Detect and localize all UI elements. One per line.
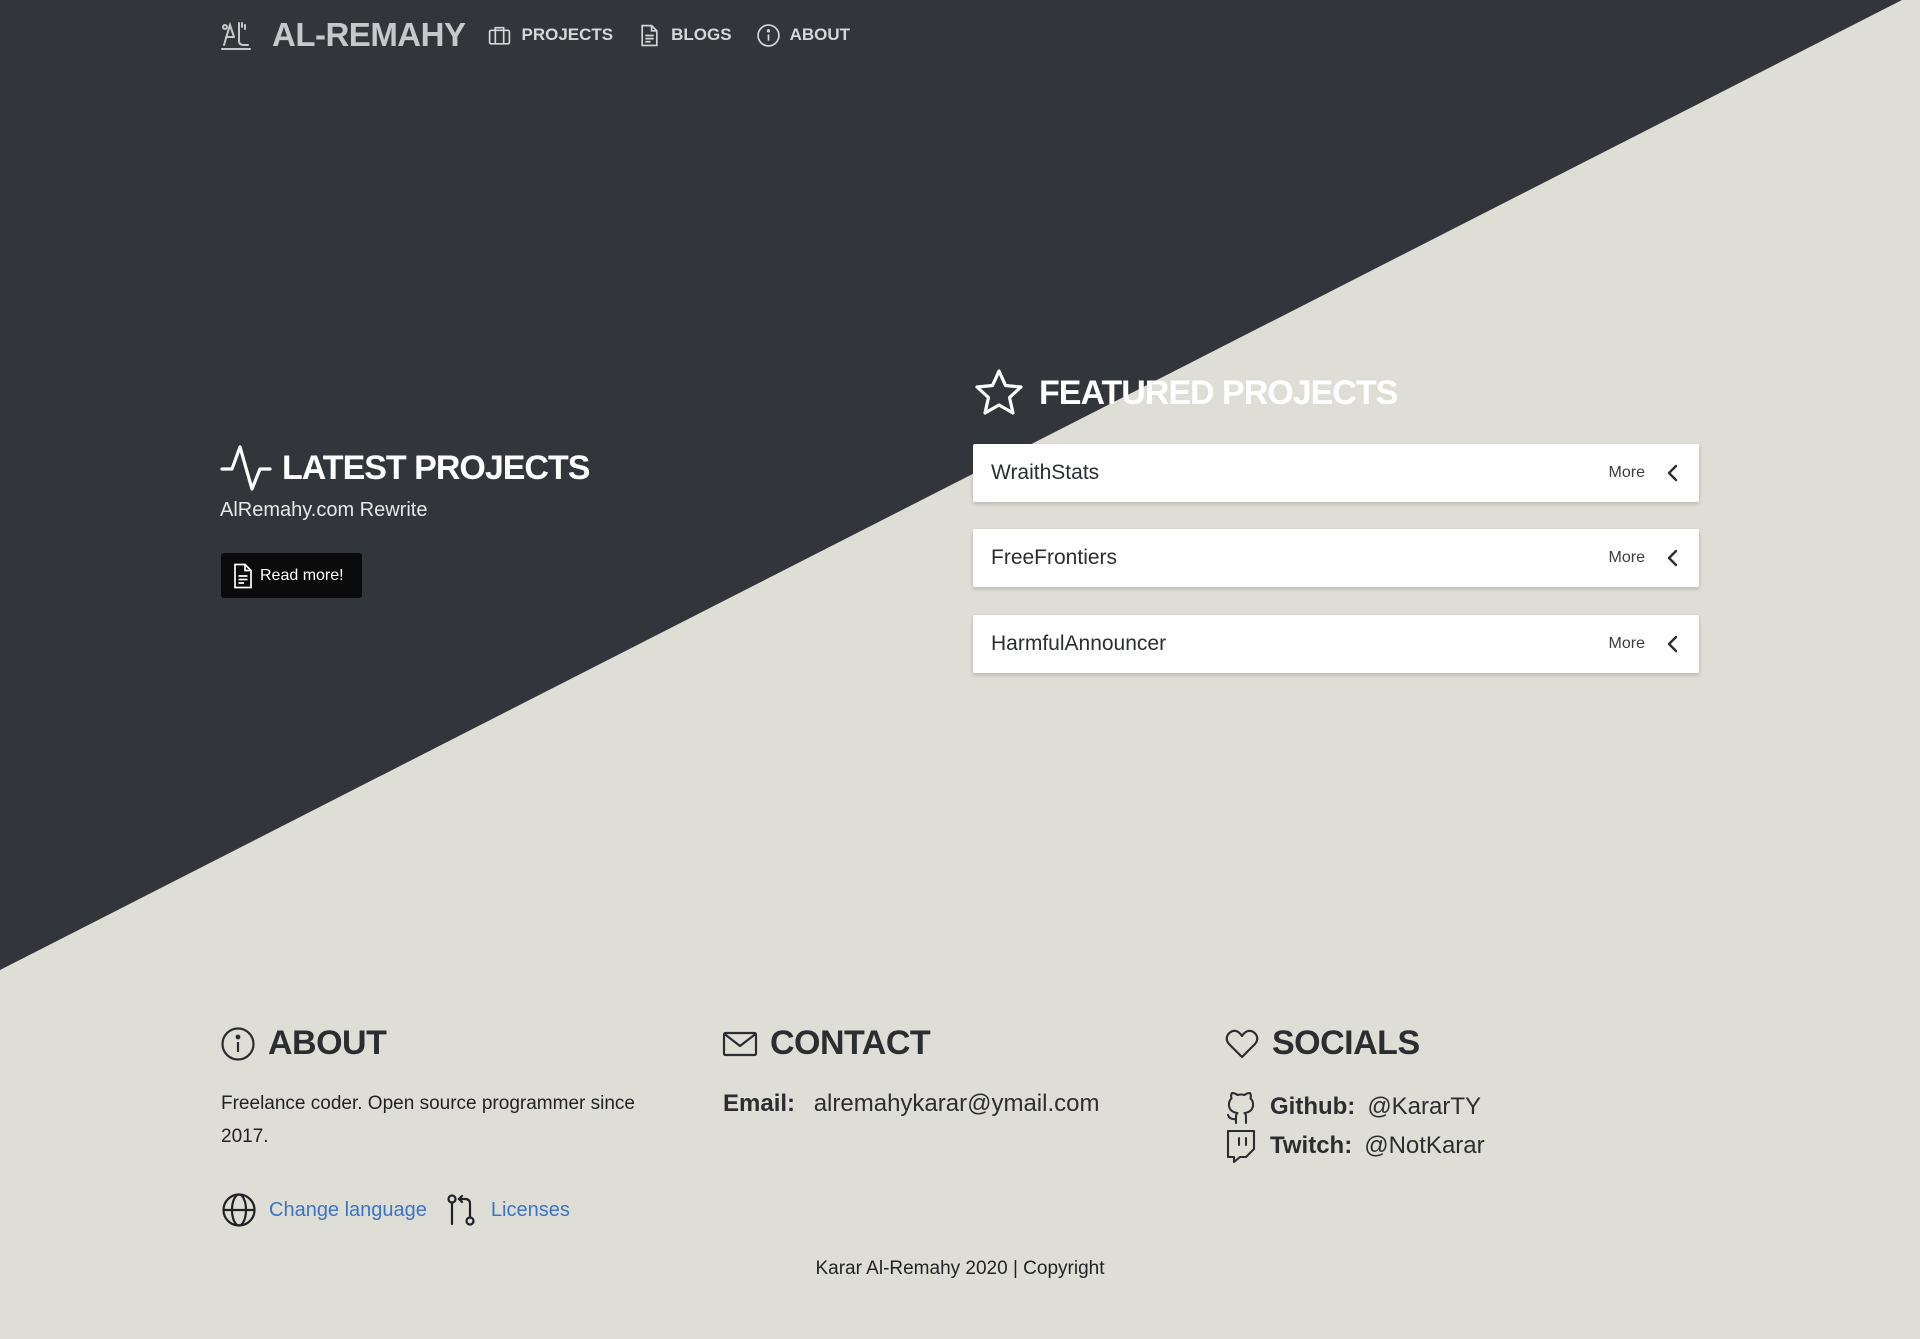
nav-about-label: ABOUT	[789, 25, 851, 44]
github-handle[interactable]: @KararTY	[1367, 1093, 1481, 1121]
featured-item-freefrontiers[interactable]: FreeFrontiers More	[973, 529, 1699, 587]
footer-contact-heading: CONTACT	[722, 1024, 931, 1063]
footer-contact-title: CONTACT	[770, 1024, 931, 1062]
brand-name[interactable]: AL-REMAHY	[272, 16, 466, 54]
latest-projects-heading: LATEST PROJECTS	[220, 443, 590, 493]
nav-blogs-label: BLOGS	[671, 25, 732, 44]
github-label: Github:	[1270, 1093, 1356, 1120]
featured-more-button[interactable]: More	[1609, 635, 1645, 653]
twitch-icon	[1226, 1129, 1256, 1164]
featured-projects-heading: FEATURED PROJECTS	[973, 368, 1398, 418]
email-address[interactable]: alremahykarar@ymail.com	[814, 1090, 1100, 1117]
briefcase-icon	[489, 26, 511, 45]
licenses-link[interactable]: Licenses	[491, 1199, 570, 1222]
globe-icon[interactable]	[221, 1192, 257, 1228]
git-compare-icon[interactable]	[443, 1192, 479, 1228]
footer-about-title: ABOUT	[268, 1024, 387, 1062]
copyright-text: Karar Al-Remahy 2020 | Copyright	[815, 1258, 1105, 1279]
footer-about-heading: ABOUT	[220, 1024, 387, 1063]
chevron-left-icon[interactable]	[1665, 548, 1681, 568]
twitch-label: Twitch:	[1270, 1132, 1353, 1159]
star-icon	[975, 369, 1023, 415]
nav-about[interactable]: ABOUT	[756, 23, 850, 48]
heart-icon	[1225, 1029, 1259, 1058]
featured-item-name: FreeFrontiers	[991, 546, 1118, 569]
read-more-button[interactable]: Read more!	[221, 553, 362, 598]
social-github[interactable]: Github: @KararTY	[1224, 1089, 1481, 1125]
featured-item-harmfulannouncer[interactable]: HarmfulAnnouncer More	[973, 615, 1699, 673]
featured-more-button[interactable]: More	[1609, 549, 1645, 567]
chevron-left-icon[interactable]	[1665, 634, 1681, 654]
info-icon	[756, 23, 780, 47]
featured-projects-title: FEATURED PROJECTS	[1039, 373, 1398, 412]
latest-projects-title: LATEST PROJECTS	[282, 448, 590, 487]
activity-pulse-icon	[220, 445, 272, 491]
featured-item-name: WraithStats	[991, 461, 1100, 484]
about-description: Freelance coder. Open source programmer …	[221, 1093, 635, 1147]
latest-project-name[interactable]: AlRemahy.com Rewrite	[220, 499, 427, 522]
github-icon	[1226, 1091, 1255, 1125]
twitch-handle[interactable]: @NotKarar	[1364, 1132, 1484, 1160]
email-label: Email:	[723, 1090, 796, 1117]
read-more-label: Read more!	[260, 566, 344, 584]
footer-socials-heading: SOCIALS	[1224, 1024, 1420, 1063]
change-language-link[interactable]: Change language	[269, 1199, 427, 1222]
document-icon	[641, 24, 658, 46]
nav-blogs[interactable]: BLOGS	[637, 23, 732, 48]
top-nav: AL-REMAHY PROJECTS BLOGS ABOUT	[220, 14, 874, 56]
social-twitch[interactable]: Twitch: @NotKarar	[1224, 1128, 1485, 1164]
document-icon	[234, 563, 252, 588]
footer-links: Change language Licenses	[221, 1192, 586, 1228]
featured-item-name: HarmfulAnnouncer	[991, 632, 1167, 655]
chevron-left-icon[interactable]	[1665, 463, 1681, 483]
footer-socials-title: SOCIALS	[1272, 1024, 1420, 1062]
featured-more-button[interactable]: More	[1609, 464, 1645, 482]
featured-item-wraithstats[interactable]: WraithStats More	[973, 444, 1699, 502]
nav-projects-label: PROJECTS	[521, 25, 614, 44]
mail-icon	[722, 1031, 758, 1056]
contact-email-row: Email: alremahykarar@ymail.com	[723, 1090, 1099, 1118]
info-icon	[221, 1026, 255, 1061]
nav-projects[interactable]: PROJECTS	[487, 23, 613, 48]
al-monogram-logo-icon[interactable]	[220, 19, 252, 51]
